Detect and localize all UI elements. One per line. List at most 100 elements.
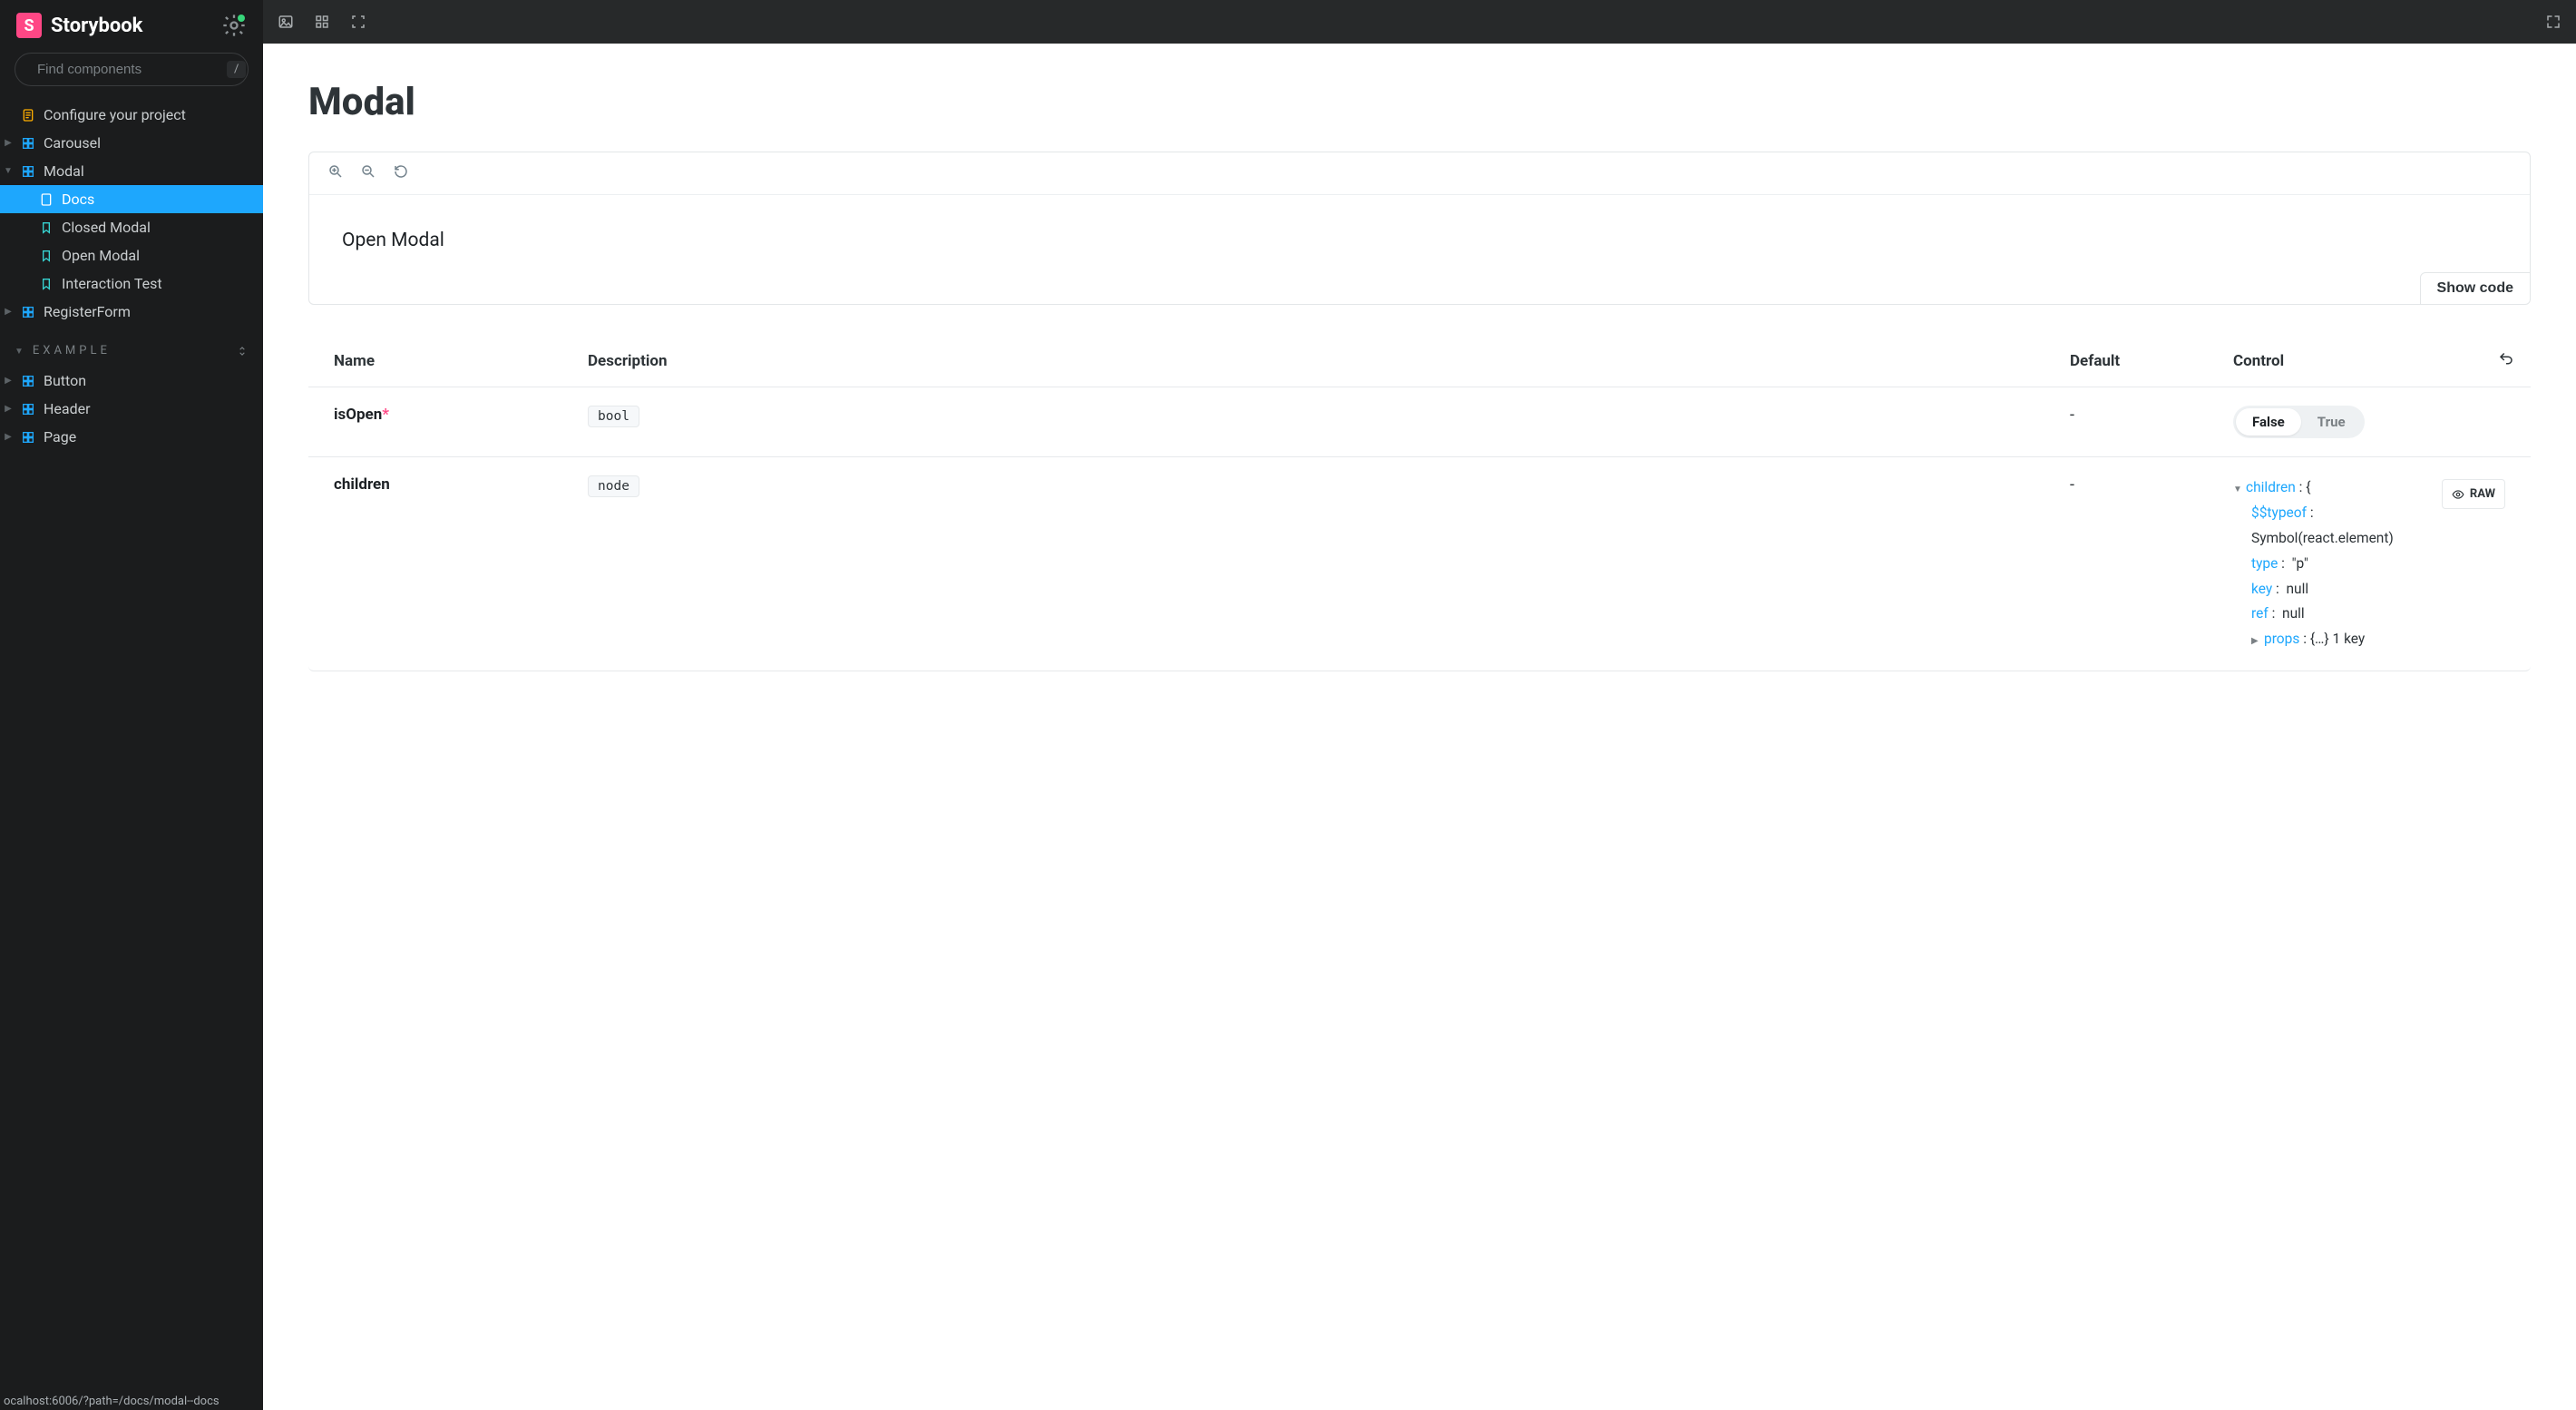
sidebar-item-button[interactable]: ▶ Button — [0, 367, 263, 395]
zoom-out-icon — [360, 163, 376, 180]
caret-right-icon[interactable]: ▶ — [2251, 633, 2260, 650]
tree-key: ref — [2251, 605, 2269, 622]
brand[interactable]: S Storybook — [16, 13, 142, 38]
arg-control-tree[interactable]: RAW ▼children : { $$typeof : Symbol(reac… — [2233, 475, 2505, 652]
sidebar-tree-examples: ▶ Button ▶ Header ▶ Page — [0, 361, 263, 456]
tree-key: props — [2264, 631, 2299, 647]
bool-false-option[interactable]: False — [2236, 408, 2301, 436]
sidebar-item-header[interactable]: ▶ Header — [0, 395, 263, 423]
raw-label: RAW — [2470, 484, 2495, 504]
main: Modal Open Modal Show code Name Descript… — [263, 0, 2576, 1410]
component-icon — [20, 374, 36, 388]
sidebar-item-label: Header — [44, 400, 91, 417]
outline-button[interactable] — [350, 14, 366, 30]
bookmark-icon — [38, 249, 54, 263]
arg-name-text: children — [334, 475, 390, 494]
reset-controls-button[interactable] — [2498, 351, 2514, 372]
tree-val: null — [2282, 605, 2305, 622]
caret-down-icon[interactable]: ▼ — [2233, 482, 2242, 498]
bookmark-icon — [38, 277, 54, 291]
tree-brace: { — [2306, 479, 2310, 495]
arg-type-badge: node — [588, 475, 639, 497]
args-table-header: Name Description Default Control — [308, 336, 2531, 387]
tree-val: "p" — [2292, 555, 2308, 572]
preview-canvas: Open Modal — [309, 195, 2530, 304]
arg-type-badge: bool — [588, 406, 639, 427]
component-icon — [20, 136, 36, 151]
arg-default: - — [2070, 406, 2233, 425]
topbar — [263, 0, 2576, 44]
search[interactable]: / — [15, 53, 249, 86]
sidebar-section-example[interactable]: ▼EXAMPLE — [0, 331, 263, 361]
caret-icon: ▼ — [4, 166, 13, 176]
bool-toggle[interactable]: False True — [2233, 406, 2365, 438]
frame-icon — [350, 14, 366, 30]
sidebar-item-closed-modal[interactable]: Closed Modal — [0, 213, 263, 241]
caret-icon: ▶ — [4, 376, 13, 386]
story-preview: Open Modal Show code — [308, 152, 2531, 305]
arg-control: False True — [2233, 406, 2505, 438]
caret-icon: ▶ — [4, 432, 13, 442]
doc-lines-icon — [20, 108, 36, 122]
grid-icon — [314, 14, 330, 30]
grid-button[interactable] — [314, 14, 330, 30]
arg-name: children — [334, 475, 588, 494]
bool-true-option[interactable]: True — [2301, 408, 2362, 436]
arg-default: - — [2070, 475, 2233, 494]
sidebar-item-label: Configure your project — [44, 106, 186, 123]
sidebar-item-label: Page — [44, 428, 76, 446]
reset-icon — [393, 163, 409, 180]
sidebar-item-docs[interactable]: Docs — [0, 185, 263, 213]
tree-key: children — [2246, 479, 2296, 495]
sort-icon[interactable] — [236, 345, 249, 357]
arg-description: node — [588, 475, 2070, 497]
tree-key: key — [2251, 581, 2272, 597]
th-control: Control — [2233, 352, 2505, 370]
fullscreen-button[interactable] — [2545, 14, 2561, 30]
sidebar-item-label: Button — [44, 372, 86, 389]
tree-val: {…} 1 key — [2310, 631, 2365, 647]
preview-toolbar — [309, 152, 2530, 195]
arg-description: bool — [588, 406, 2070, 427]
th-description: Description — [588, 352, 2070, 370]
caret-icon: ▶ — [4, 404, 13, 414]
bookmark-icon — [38, 220, 54, 235]
sidebar-item-label: Closed Modal — [62, 219, 151, 236]
sidebar-item-label: RegisterForm — [44, 303, 131, 320]
sidebar-item-open-modal[interactable]: Open Modal — [0, 241, 263, 269]
sidebar: S Storybook / Configure your project ▶ Car… — [0, 0, 263, 1410]
sidebar-item-interaction-test[interactable]: Interaction Test — [0, 269, 263, 298]
sidebar-item-registerform[interactable]: ▶RegisterForm — [0, 298, 263, 326]
component-icon — [20, 305, 36, 319]
sidebar-item-configure-your-project[interactable]: Configure your project — [0, 101, 263, 129]
eye-icon — [2452, 488, 2464, 501]
component-icon — [20, 164, 36, 179]
brand-title: Storybook — [51, 15, 142, 37]
search-shortcut: / — [227, 61, 246, 78]
args-table: Name Description Default Control isOpen*… — [308, 336, 2531, 671]
image-icon — [278, 14, 294, 30]
caret-icon: ▶ — [4, 138, 13, 148]
notification-dot-icon — [238, 15, 245, 22]
open-modal-trigger[interactable]: Open Modal — [342, 230, 444, 251]
zoom-in-button[interactable] — [327, 163, 344, 183]
expand-icon — [2545, 14, 2561, 30]
sidebar-item-label: Carousel — [44, 134, 101, 152]
sidebar-header: S Storybook — [0, 0, 263, 47]
sidebar-item-label: Docs — [62, 191, 94, 208]
th-default: Default — [2070, 352, 2233, 370]
show-code-button[interactable]: Show code — [2420, 272, 2531, 305]
arg-name-text: isOpen — [334, 406, 382, 424]
th-name: Name — [334, 352, 588, 370]
search-input[interactable] — [37, 62, 218, 77]
zoom-in-icon — [327, 163, 344, 180]
settings-button[interactable] — [221, 13, 247, 38]
raw-button[interactable]: RAW — [2442, 479, 2505, 509]
sidebar-item-page[interactable]: ▶ Page — [0, 423, 263, 451]
zoom-out-button[interactable] — [360, 163, 376, 183]
sidebar-item-modal[interactable]: ▼Modal — [0, 157, 263, 185]
background-button[interactable] — [278, 14, 294, 30]
zoom-reset-button[interactable] — [393, 163, 409, 183]
sidebar-item-carousel[interactable]: ▶ Carousel — [0, 129, 263, 157]
undo-icon — [2498, 351, 2514, 367]
